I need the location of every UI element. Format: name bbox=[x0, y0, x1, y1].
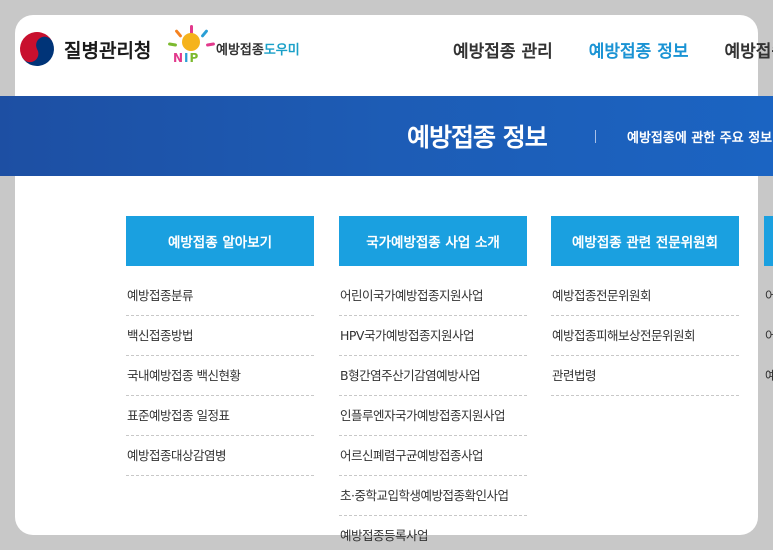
nip-logo[interactable]: NIP 예방접종도우미 bbox=[167, 25, 300, 67]
menu-link[interactable]: 예방접종분류 bbox=[126, 276, 314, 316]
menu-link[interactable]: 백신접종방법 bbox=[126, 316, 314, 356]
menu-link[interactable]: 관련법령 bbox=[551, 356, 739, 396]
column-header[interactable]: 예방접종 관련 전문위원회 bbox=[551, 216, 739, 266]
menu-column-committee: 예방접종 관련 전문위원회 예방접종전문위원회 예방접종피해보상전문위원회 관련… bbox=[551, 216, 739, 396]
menu-link[interactable]: 어 bbox=[764, 276, 773, 316]
menu-link[interactable]: 예방접종등록사업 bbox=[339, 516, 527, 550]
menu-link[interactable]: B형간염주산기감염예방사업 bbox=[339, 356, 527, 396]
kdca-logo[interactable]: 질병관리청 bbox=[13, 25, 152, 73]
menu-column-cutoff: 어 어 예 bbox=[764, 216, 773, 396]
menu-link[interactable]: 인플루엔자국가예방접종지원사업 bbox=[339, 396, 527, 436]
menu-link[interactable]: 예방접종피해보상전문위원회 bbox=[551, 316, 739, 356]
column-header[interactable] bbox=[764, 216, 773, 266]
menu-column-about: 예방접종 알아보기 예방접종분류 백신접종방법 국내예방접종 백신현황 표준예방… bbox=[126, 216, 314, 476]
nip-sun-icon: NIP bbox=[167, 25, 216, 67]
menu-link[interactable]: 초·중학교입학생예방접종확인사업 bbox=[339, 476, 527, 516]
menu-link[interactable]: 국내예방접종 백신현황 bbox=[126, 356, 314, 396]
menu-link[interactable]: 예방접종대상감염병 bbox=[126, 436, 314, 476]
menu-link[interactable]: 표준예방접종 일정표 bbox=[126, 396, 314, 436]
nav-item-vaccination-more[interactable]: 예방접종 bbox=[725, 37, 773, 62]
menu-link[interactable]: 예 bbox=[764, 356, 773, 396]
taegeuk-icon bbox=[13, 25, 61, 73]
column-header[interactable]: 예방접종 알아보기 bbox=[126, 216, 314, 266]
main-nav: 예방접종 관리 예방접종 정보 예방접종 bbox=[453, 37, 773, 62]
column-header[interactable]: 국가예방접종 사업 소개 bbox=[339, 216, 527, 266]
nav-item-vaccination-management[interactable]: 예방접종 관리 bbox=[453, 37, 553, 62]
menu-link[interactable]: 어 bbox=[764, 316, 773, 356]
agency-name: 질병관리청 bbox=[64, 39, 152, 62]
nip-title: 예방접종도우미 bbox=[216, 42, 300, 58]
menu-link[interactable]: HPV국가예방접종지원사업 bbox=[339, 316, 527, 356]
menu-link[interactable]: 예방접종전문위원회 bbox=[551, 276, 739, 316]
nav-item-vaccination-info[interactable]: 예방접종 정보 bbox=[589, 37, 689, 62]
menu-link[interactable]: 어린이국가예방접종지원사업 bbox=[339, 276, 527, 316]
nip-letters: NIP bbox=[173, 51, 200, 65]
menu-link[interactable]: 어르신폐렴구균예방접종사업 bbox=[339, 436, 527, 476]
